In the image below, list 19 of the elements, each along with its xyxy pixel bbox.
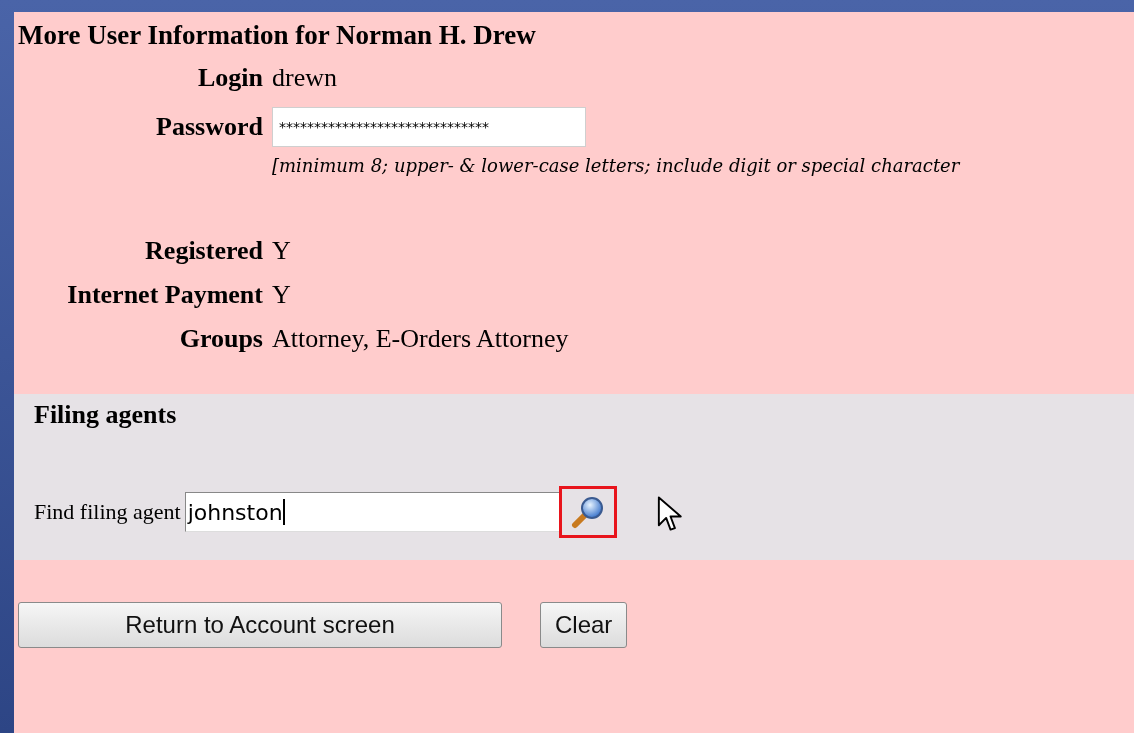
field-label: Password	[155, 112, 263, 142]
search-field[interactable]: johnston	[184, 492, 561, 532]
field-value: Y	[272, 280, 292, 310]
field-label: Internet Payment	[66, 280, 263, 310]
field-value: drewn	[272, 63, 338, 93]
field-label: Registered	[144, 236, 263, 266]
field-label: Find filing agent	[34, 499, 181, 525]
clear-button[interactable]: Clear	[540, 602, 628, 648]
password-field[interactable]: ******************************	[272, 107, 586, 147]
password-hint: [minimum 8; upper- & lower-case letters; include digit or special character	[272, 155, 961, 176]
return-button[interactable]: Return to Account screen	[18, 602, 502, 648]
section-heading: Filing agents	[34, 400, 177, 430]
field-label: Login	[196, 63, 263, 93]
field-label: Groups	[178, 324, 263, 354]
field-value: Attorney, E-Orders Attorney	[272, 324, 570, 354]
field-value: Y	[272, 236, 292, 266]
search-button[interactable]	[558, 486, 617, 538]
page-title: More User Information for Norman H. Drew	[17, 19, 537, 51]
search-icon	[570, 495, 605, 529]
